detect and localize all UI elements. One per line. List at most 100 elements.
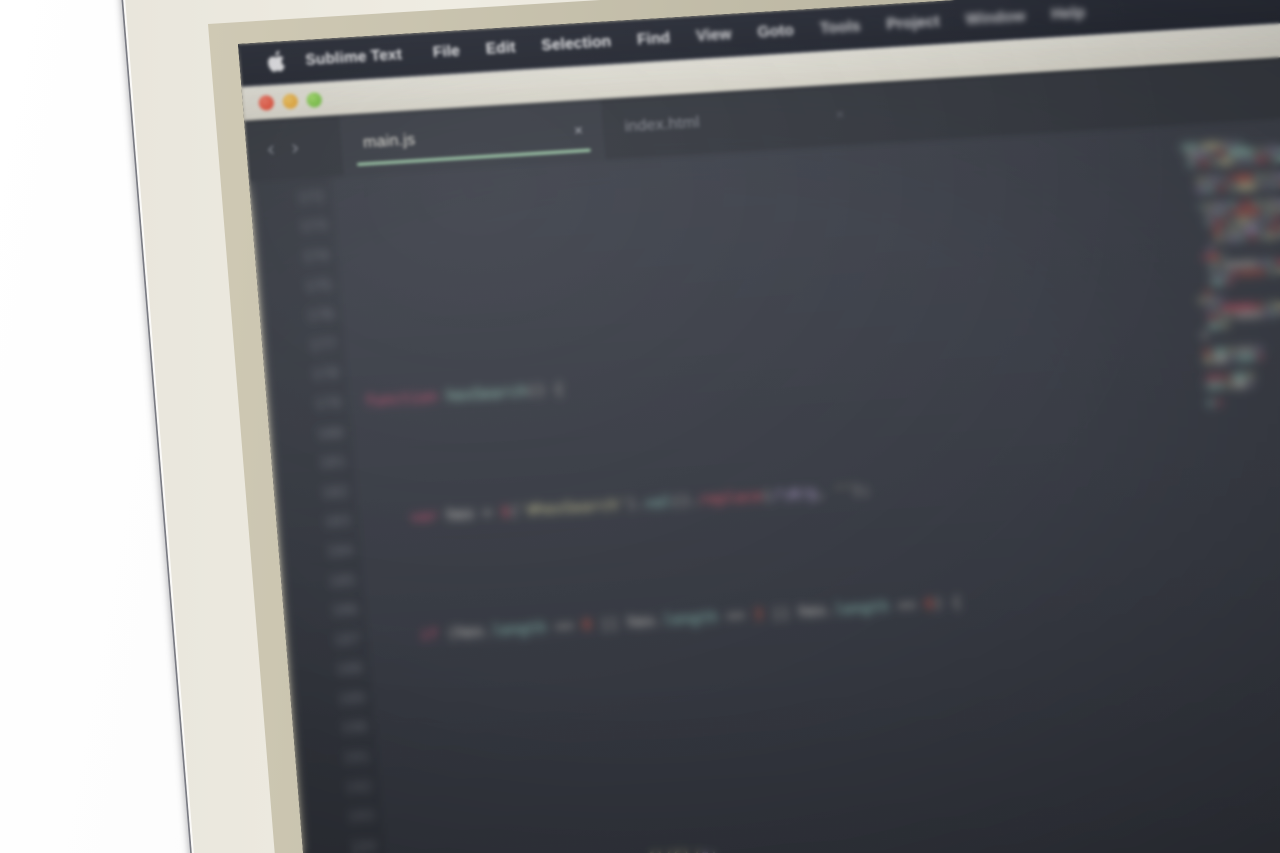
- code-line-173: function hexSearch() {: [364, 379, 565, 410]
- minimap-token: [1229, 356, 1235, 363]
- line-number: 180: [316, 424, 345, 443]
- menu-item-selection[interactable]: Selection: [528, 32, 625, 56]
- minimap-token: [1233, 381, 1247, 388]
- minimap-token: [1223, 322, 1229, 329]
- minimap-token: [1205, 202, 1211, 209]
- minimap-token: [1267, 259, 1273, 266]
- minimap-token: [1233, 208, 1262, 216]
- maximize-window-button[interactable]: [306, 91, 323, 108]
- forward-arrow-icon[interactable]: ›: [290, 135, 300, 159]
- minimap-token: [1275, 267, 1280, 274]
- menu-item-project[interactable]: Project: [873, 12, 954, 35]
- minimap-token: [1272, 181, 1278, 188]
- minimap-token: [1258, 354, 1263, 361]
- minimap-token: [1202, 159, 1210, 167]
- line-number: 174: [302, 247, 330, 266]
- minimize-window-button[interactable]: [282, 92, 299, 109]
- minimap-token: [1260, 259, 1266, 266]
- minimap-token: [1203, 348, 1211, 356]
- back-arrow-icon[interactable]: ‹: [266, 136, 276, 160]
- menu-item-window[interactable]: Window: [952, 7, 1039, 30]
- menu-item-edit[interactable]: Edit: [472, 38, 529, 59]
- minimap-token: [1206, 374, 1224, 382]
- minimap-token: [1242, 157, 1247, 164]
- minimap-token: [1221, 253, 1226, 260]
- minimap-token: [1226, 201, 1236, 208]
- menu-item-file[interactable]: File: [419, 42, 473, 63]
- line-number: 188: [335, 660, 364, 679]
- menu-item-tools[interactable]: Tools: [806, 17, 874, 39]
- minimap-token: [1270, 207, 1276, 214]
- line-number: 193: [347, 808, 376, 826]
- minimap-token: [1226, 210, 1232, 217]
- tab-label-main-js: main.js: [362, 131, 416, 152]
- line-number: 185: [328, 572, 357, 590]
- minimap-token: [1206, 185, 1214, 192]
- code-line-177: var re = /[0-9A-Fa-f]{6}/g;: [402, 795, 1280, 853]
- minimap-token: [1213, 150, 1219, 157]
- minimap-token: [1265, 155, 1270, 163]
- minimap-token: [1212, 159, 1217, 166]
- minimap-token: [1246, 225, 1258, 233]
- minimap-token: [1208, 245, 1213, 252]
- minimap-token: [1246, 234, 1252, 241]
- minimap-token: [1228, 313, 1234, 320]
- minimap-token: [1274, 258, 1280, 265]
- minimap-token: [1198, 203, 1204, 210]
- minimap-token: [1197, 185, 1205, 193]
- minimap-token: [1212, 210, 1218, 218]
- line-number: 177: [309, 336, 338, 354]
- minimap-token: [1236, 217, 1250, 225]
- minimap-token: [1219, 210, 1225, 217]
- minimap-token: [1205, 288, 1211, 296]
- minimap-token: [1227, 175, 1232, 182]
- minimap-token: [1206, 297, 1216, 304]
- minimap-token: [1261, 199, 1267, 206]
- menu-item-goto[interactable]: Goto: [744, 21, 808, 43]
- minimap-token: [1239, 235, 1245, 242]
- code-editor[interactable]: 172 173 174 175 176 177 178 179 180 181 182 183 184 1…: [248, 110, 1280, 853]
- minimap-token: [1268, 267, 1274, 274]
- minimap-token: [1234, 174, 1254, 182]
- minimap-token: [1197, 151, 1205, 158]
- tab-close-icon-main-js[interactable]: ×: [573, 122, 583, 139]
- line-number: 187: [333, 631, 361, 649]
- code-content[interactable]: function hexSearch() { var hex = $('#hex…: [333, 111, 1280, 853]
- apple-logo-icon[interactable]: [265, 50, 287, 75]
- gutter-row-194: 194: [302, 830, 388, 853]
- minimap-token: [1262, 173, 1268, 180]
- line-number: 173: [299, 218, 328, 236]
- minimap-token: [1214, 236, 1221, 243]
- minimap-token: [1238, 200, 1243, 207]
- minimap-token: [1218, 296, 1223, 303]
- minimap-token: [1262, 147, 1268, 154]
- minimap-token: [1228, 347, 1234, 354]
- line-number: 186: [330, 601, 359, 620]
- minimap-token: [1268, 198, 1276, 206]
- minimap-token: [1258, 182, 1264, 189]
- minimap-token: [1260, 233, 1266, 240]
- minimap-token: [1223, 236, 1228, 243]
- minimap-token: [1229, 183, 1235, 191]
- minimap-token: [1235, 311, 1264, 319]
- minimap-token: [1222, 184, 1228, 191]
- minimap-token: [1264, 302, 1270, 309]
- line-number: 184: [325, 542, 354, 561]
- minimap-token: [1211, 279, 1225, 287]
- menu-item-find[interactable]: Find: [623, 29, 683, 51]
- minimap-token: [1213, 219, 1219, 226]
- line-number: 175: [304, 277, 333, 295]
- minimap-token: [1267, 233, 1275, 240]
- tab-close-icon-index-html[interactable]: ×: [835, 106, 845, 123]
- minimap-token: [1208, 322, 1222, 330]
- line-number: 190: [340, 719, 368, 738]
- minimap-token: [1217, 270, 1223, 278]
- menu-item-view[interactable]: View: [682, 25, 745, 47]
- line-number: 192: [344, 778, 373, 797]
- minimap-token: [1238, 268, 1267, 276]
- menu-item-help[interactable]: Help: [1038, 3, 1099, 25]
- close-window-button[interactable]: [258, 94, 275, 111]
- minimap-token: [1236, 354, 1256, 362]
- menu-item-sublime-text[interactable]: Sublime Text: [305, 45, 421, 70]
